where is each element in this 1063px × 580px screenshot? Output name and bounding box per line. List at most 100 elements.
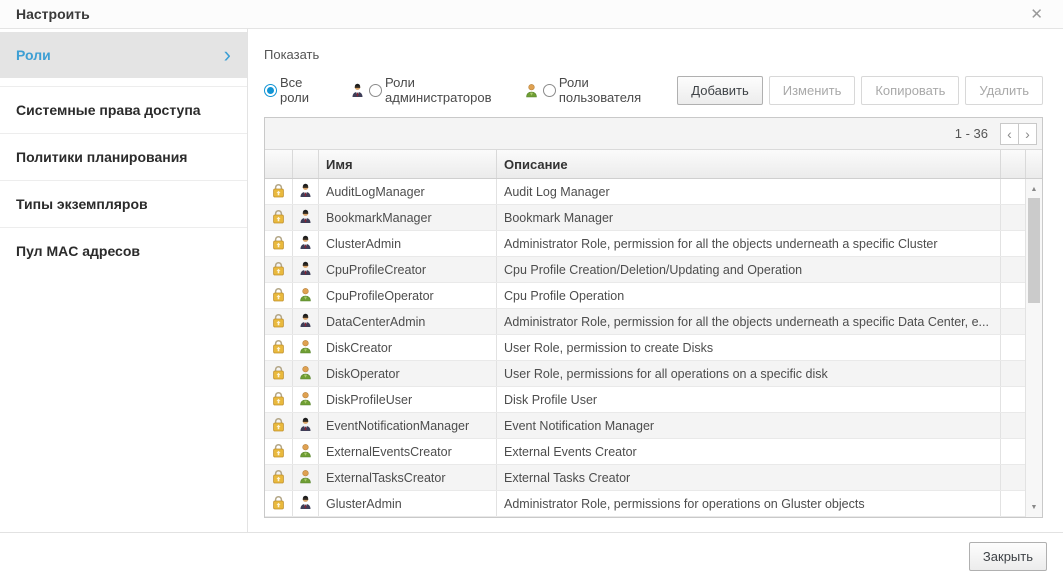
admin-user-icon xyxy=(298,417,313,435)
close-button[interactable]: Закрыть xyxy=(969,542,1047,571)
table-row[interactable]: DiskProfileUserDisk Profile User xyxy=(265,387,1025,413)
radio-button[interactable] xyxy=(543,84,556,97)
user-icon xyxy=(298,391,313,409)
sidebar-item-label: Пул MAC адресов xyxy=(16,243,140,259)
cell-role-type xyxy=(293,335,319,360)
cell-role-description: Administrator Role, permission for all t… xyxy=(497,309,1001,334)
chevron-right-icon: › xyxy=(224,49,231,61)
radio-button[interactable] xyxy=(369,84,382,97)
sidebar-item[interactable]: Политики планирования xyxy=(0,133,247,180)
radio-button[interactable] xyxy=(264,84,277,97)
header-role-type-column[interactable] xyxy=(293,150,319,178)
scroll-down-icon[interactable]: ▼ xyxy=(1026,500,1042,514)
admin-user-icon xyxy=(350,83,365,98)
user-icon xyxy=(298,469,313,487)
lock-icon xyxy=(272,313,285,331)
cell-lock xyxy=(265,439,293,464)
cell-lock xyxy=(265,179,293,204)
edit-button[interactable]: Изменить xyxy=(769,76,856,105)
close-icon[interactable]: ✕ xyxy=(1026,5,1047,24)
table-row[interactable]: ExternalTasksCreatorExternal Tasks Creat… xyxy=(265,465,1025,491)
cell-role-description: Cpu Profile Operation xyxy=(497,283,1001,308)
cell-role-name: ClusterAdmin xyxy=(319,231,497,256)
lock-icon xyxy=(272,391,285,409)
configure-dialog: Настроить ✕ Роли› Системные права доступа… xyxy=(0,0,1063,580)
admin-user-icon xyxy=(298,209,313,227)
cell-role-name: CpuProfileCreator xyxy=(319,257,497,282)
filter-option[interactable]: Все роли xyxy=(264,75,324,105)
user-icon xyxy=(298,287,313,305)
cell-role-type xyxy=(293,491,319,516)
cell-spacer xyxy=(1001,439,1025,464)
sidebar-item[interactable]: Пул MAC адресов xyxy=(0,227,247,274)
vertical-scrollbar[interactable]: ▲ ▼ xyxy=(1025,179,1042,517)
table-body: AuditLogManagerAudit Log ManagerBookmark… xyxy=(265,179,1042,517)
table-row[interactable]: AuditLogManagerAudit Log Manager xyxy=(265,179,1025,205)
cell-role-name: DiskProfileUser xyxy=(319,387,497,412)
table-row[interactable]: DiskOperatorUser Role, permissions for a… xyxy=(265,361,1025,387)
user-icon xyxy=(298,443,313,461)
table-row[interactable]: DataCenterAdminAdministrator Role, permi… xyxy=(265,309,1025,335)
cell-spacer xyxy=(1001,361,1025,386)
lock-icon xyxy=(272,495,285,513)
cell-lock xyxy=(265,283,293,308)
lock-icon xyxy=(272,235,285,253)
sidebar-item-label: Системные права доступа xyxy=(16,102,201,118)
scroll-up-icon[interactable]: ▲ xyxy=(1026,182,1042,196)
filter-option[interactable]: Роли администраторов xyxy=(350,75,498,105)
table-row[interactable]: GlusterAdminAdministrator Role, permissi… xyxy=(265,491,1025,517)
filter-option[interactable]: Роли пользователя xyxy=(524,75,651,105)
table-row[interactable]: ClusterAdminAdministrator Role, permissi… xyxy=(265,231,1025,257)
table-row[interactable]: CpuProfileOperatorCpu Profile Operation xyxy=(265,283,1025,309)
prev-page-button[interactable]: ‹ xyxy=(1000,123,1019,145)
table-row[interactable]: CpuProfileCreatorCpu Profile Creation/De… xyxy=(265,257,1025,283)
cell-role-name: EventNotificationManager xyxy=(319,413,497,438)
cell-role-name: BookmarkManager xyxy=(319,205,497,230)
lock-icon xyxy=(272,287,285,305)
pagination-range: 1 - 36 xyxy=(955,126,988,141)
delete-button[interactable]: Удалить xyxy=(965,76,1043,105)
user-icon xyxy=(298,339,313,357)
action-buttons: ДобавитьИзменитьКопироватьУдалить xyxy=(677,76,1043,105)
table-toolbar: 1 - 36 ‹ › xyxy=(265,118,1042,150)
sidebar-item-label: Типы экземпляров xyxy=(16,196,148,212)
sidebar-item[interactable]: Роли› xyxy=(0,32,247,78)
dialog-title: Настроить xyxy=(16,6,90,22)
admin-user-icon xyxy=(298,235,313,253)
copy-button[interactable]: Копировать xyxy=(861,76,959,105)
sidebar-item[interactable]: Типы экземпляров xyxy=(0,180,247,227)
table-row[interactable]: ExternalEventsCreatorExternal Events Cre… xyxy=(265,439,1025,465)
cell-lock xyxy=(265,205,293,230)
cell-role-description: External Tasks Creator xyxy=(497,465,1001,490)
cell-role-name: ExternalEventsCreator xyxy=(319,439,497,464)
cell-spacer xyxy=(1001,179,1025,204)
add-button[interactable]: Добавить xyxy=(677,76,762,105)
cell-lock xyxy=(265,413,293,438)
table-row[interactable]: EventNotificationManagerEvent Notificati… xyxy=(265,413,1025,439)
cell-lock xyxy=(265,465,293,490)
lock-icon xyxy=(272,365,285,383)
scrollbar-thumb[interactable] xyxy=(1028,198,1040,303)
table-row[interactable]: BookmarkManagerBookmark Manager xyxy=(265,205,1025,231)
cell-spacer xyxy=(1001,387,1025,412)
cell-role-name: DiskOperator xyxy=(319,361,497,386)
cell-role-name: ExternalTasksCreator xyxy=(319,465,497,490)
sidebar-item[interactable]: Системные права доступа xyxy=(0,86,247,133)
header-lock-column[interactable] xyxy=(265,150,293,178)
filter-options: Все роли Роли администраторов Роли пользов… xyxy=(264,75,677,105)
roles-panel: 1 - 36 ‹ › Имя Описание AuditLogManagerA… xyxy=(264,117,1043,518)
filter-row: Все роли Роли администраторов Роли пользов… xyxy=(264,75,1043,105)
cell-role-description: Cpu Profile Creation/Deletion/Updating a… xyxy=(497,257,1001,282)
dialog-header: Настроить ✕ xyxy=(0,0,1063,29)
table-row[interactable]: DiskCreatorUser Role, permission to crea… xyxy=(265,335,1025,361)
cell-role-description: User Role, permissions for all operation… xyxy=(497,361,1001,386)
header-name-column[interactable]: Имя xyxy=(319,150,497,178)
cell-role-description: Disk Profile User xyxy=(497,387,1001,412)
admin-user-icon xyxy=(298,313,313,331)
cell-spacer xyxy=(1001,283,1025,308)
admin-user-icon xyxy=(298,261,313,279)
next-page-button[interactable]: › xyxy=(1018,123,1037,145)
cell-spacer xyxy=(1001,231,1025,256)
header-description-column[interactable]: Описание xyxy=(497,150,1001,178)
dialog-footer: Закрыть xyxy=(0,532,1063,580)
